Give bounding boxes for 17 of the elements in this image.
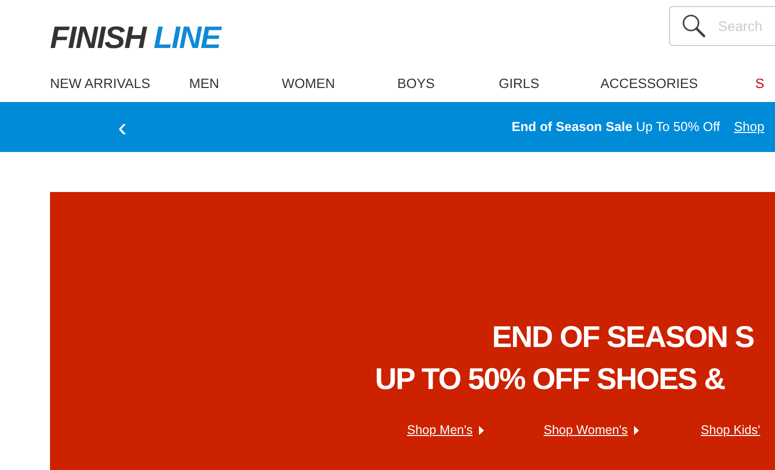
shop-link[interactable]: Shop Women's: [544, 421, 628, 440]
logo-text[interactable]: LINE: [154, 22, 220, 52]
nav-link[interactable]: S: [755, 74, 775, 94]
previous-arrow[interactable]: ‹: [118, 114, 127, 140]
headline: UP TO 50% OFF SHOES &: [375, 362, 725, 398]
nav-link[interactable]: BOYS: [397, 74, 499, 94]
shop-link[interactable]: Shop Men's: [407, 421, 473, 440]
nav-link[interactable]: GIRLS: [498, 74, 600, 94]
shop-link[interactable]: Shop Kids': [700, 421, 760, 440]
nav-link[interactable]: MEN: [189, 74, 282, 94]
logo-text[interactable]: FINISH: [50, 22, 146, 52]
nav-link[interactable]: WOMEN: [282, 74, 398, 94]
nav-link[interactable]: NEW ARRIVALS: [50, 74, 190, 94]
promo-message: End of Season Sale Up To 50% Off: [512, 118, 720, 136]
nav-link[interactable]: ACCESSORIES: [600, 74, 756, 94]
shop-link[interactable]: Shop: [734, 117, 764, 137]
headline: END OF SEASON S: [492, 320, 754, 356]
